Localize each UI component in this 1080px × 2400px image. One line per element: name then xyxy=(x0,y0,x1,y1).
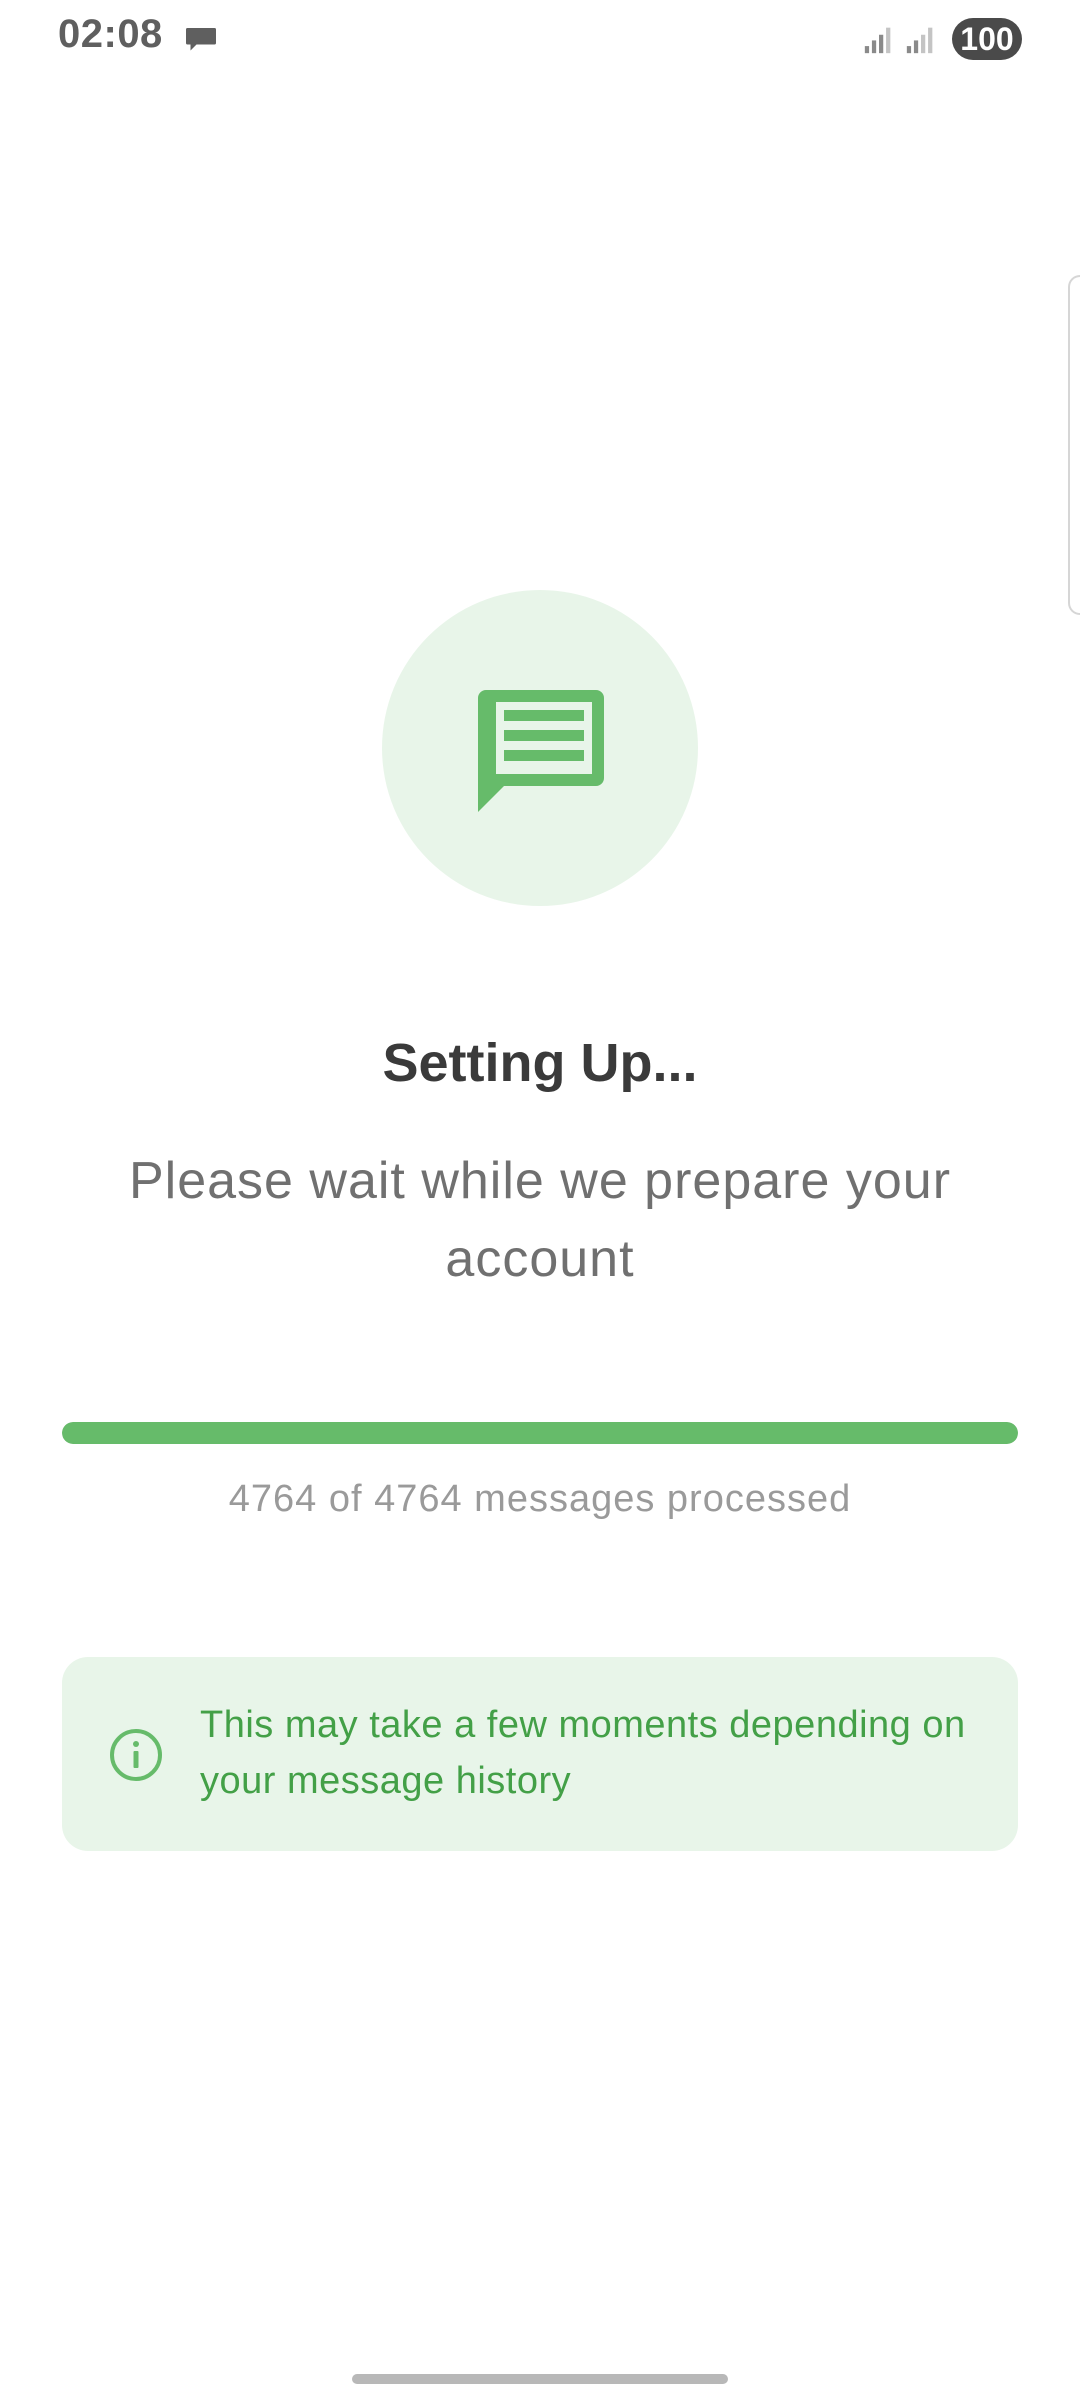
signal-icon xyxy=(864,27,891,54)
signal-icon xyxy=(906,27,933,54)
page-title: Setting Up... xyxy=(382,1033,698,1093)
status-bar: 02:08 100 xyxy=(0,0,1080,80)
home-indicator[interactable] xyxy=(352,2374,728,2384)
message-bubble-icon xyxy=(186,28,216,51)
status-time: 02:08 xyxy=(58,12,163,56)
edge-panel-handle[interactable] xyxy=(1068,275,1080,615)
battery-indicator: 100 xyxy=(952,18,1022,60)
info-card: This may take a few moments depending on… xyxy=(62,1657,1018,1851)
progress-bar-fill xyxy=(62,1422,1018,1444)
progress-status-text: 4764 of 4764 messages processed xyxy=(228,1478,852,1520)
info-icon xyxy=(110,1729,162,1781)
page-subtitle: Please wait while we prepare your accoun… xyxy=(128,1152,952,1288)
progress-bar xyxy=(62,1422,1018,1444)
info-card-text: This may take a few moments depending on… xyxy=(200,1704,966,1802)
message-icon xyxy=(478,690,604,812)
